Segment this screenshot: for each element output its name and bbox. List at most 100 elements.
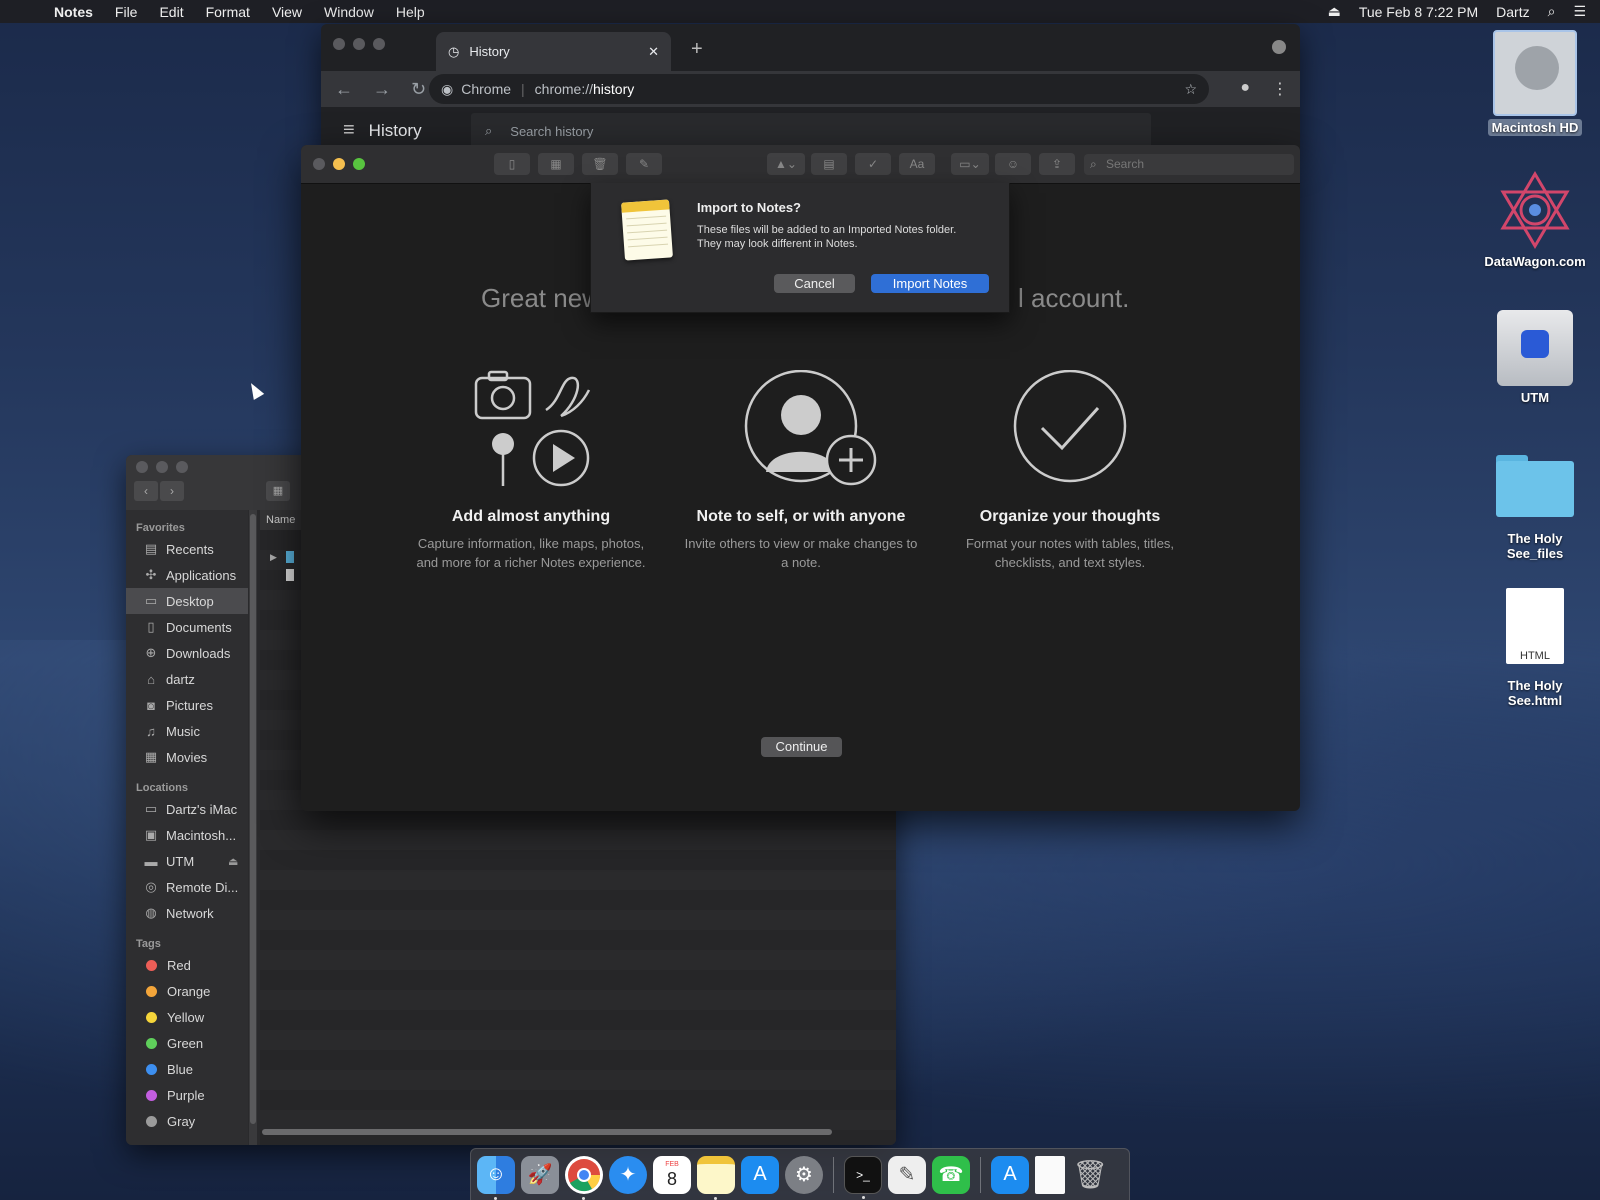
minimize-button[interactable] — [353, 38, 365, 50]
sidebar-item-recents[interactable]: ▤ Recents — [126, 536, 248, 562]
sidebar-tag-yellow[interactable]: Yellow — [126, 1004, 248, 1030]
history-search-input[interactable]: ⌕ Search history — [471, 113, 1151, 149]
attachment-icon[interactable]: ▭⌄ — [951, 153, 989, 175]
lock-icon[interactable]: ▲⌄ — [767, 153, 805, 175]
notification-center-icon[interactable]: ☰ — [1573, 3, 1586, 20]
sidebar-item-home[interactable]: ⌂ dartz — [126, 666, 248, 692]
menu-window[interactable]: Window — [324, 4, 374, 20]
bookmark-star-icon[interactable]: ☆ — [1184, 81, 1197, 98]
horizontal-scrollbar[interactable] — [260, 1129, 896, 1137]
trash-icon[interactable]: 🗑 — [1071, 1156, 1109, 1194]
menu-app-name[interactable]: Notes — [54, 4, 93, 20]
sidebar-tag-blue[interactable]: Blue — [126, 1056, 248, 1082]
disclosure-triangle-icon[interactable]: ▶ — [270, 552, 277, 563]
table-icon[interactable]: ▤ — [811, 153, 847, 175]
desktop-icon-utm[interactable]: UTM — [1475, 310, 1595, 405]
chrome-icon[interactable] — [565, 1155, 603, 1200]
menu-help[interactable]: Help — [396, 4, 425, 20]
zoom-button[interactable] — [176, 461, 188, 473]
sidebar-item-network[interactable]: ◍ Network — [126, 900, 248, 926]
notes-search-input[interactable]: Search — [1084, 154, 1294, 175]
icon-view-button[interactable]: ▦ — [266, 481, 290, 501]
compose-icon[interactable]: ✎ — [626, 153, 662, 175]
desktop-icon-macintosh-hd[interactable]: Macintosh HD — [1475, 30, 1595, 136]
close-button[interactable] — [136, 461, 148, 473]
sidebar-item-documents[interactable]: ▯ Documents — [126, 614, 248, 640]
sidebar-item-applications[interactable]: ✣ Applications — [126, 562, 248, 588]
back-arrow-icon[interactable]: ← — [335, 79, 353, 100]
app-store-icon[interactable]: A — [741, 1155, 779, 1194]
calendar-icon[interactable]: FEB 8 — [653, 1155, 691, 1194]
sidebar-scrollbar[interactable] — [249, 510, 257, 1145]
omnibox[interactable]: ◉ Chrome | chrome://history ☆ — [429, 74, 1209, 104]
facetime-icon[interactable]: ☎ — [932, 1155, 970, 1194]
trash-icon[interactable]: 🗑 — [582, 153, 618, 175]
file-icon[interactable] — [286, 569, 294, 581]
close-button[interactable] — [313, 158, 325, 170]
format-icon[interactable]: Aa — [899, 153, 935, 175]
textedit-icon[interactable]: ✎ — [888, 1155, 926, 1194]
document-icon[interactable] — [1035, 1155, 1065, 1194]
sidebar-tag-green[interactable]: Green — [126, 1030, 248, 1056]
terminal-icon[interactable]: >_ — [844, 1155, 882, 1199]
sidebar-item-music[interactable]: ♫ Music — [126, 718, 248, 744]
zoom-button[interactable] — [373, 38, 385, 50]
back-button[interactable]: ‹ — [134, 481, 158, 501]
desktop-icon-datawagon[interactable]: DataWagon.com — [1475, 170, 1595, 269]
launchpad-icon[interactable]: 🚀 — [521, 1155, 559, 1194]
cancel-button[interactable]: Cancel — [774, 274, 855, 293]
safari-icon[interactable]: ✦ — [609, 1155, 647, 1194]
folder-icon[interactable] — [286, 551, 294, 563]
sidebar-tag-red[interactable]: Red — [126, 952, 248, 978]
add-people-icon[interactable]: ☺ — [995, 153, 1031, 175]
menu-view[interactable]: View — [272, 4, 302, 20]
menu-edit[interactable]: Edit — [159, 4, 183, 20]
eject-icon[interactable]: ⏏ — [1328, 3, 1341, 20]
sidebar-tag-gray[interactable]: Gray — [126, 1108, 248, 1134]
desktop-icon-holy-see-files[interactable]: The Holy See_files — [1475, 455, 1595, 561]
desktop-icon-holy-see-html[interactable]: HTML The Holy See.html — [1475, 588, 1595, 708]
sidebar-item-macintosh-hd[interactable]: ▣ Macintosh... — [126, 822, 248, 848]
sidebar-tag-purple[interactable]: Purple — [126, 1082, 248, 1108]
menu-clock[interactable]: Tue Feb 8 7:22 PM — [1359, 4, 1478, 20]
sidebar-item-movies[interactable]: ▦ Movies — [126, 744, 248, 770]
continue-button[interactable]: Continue — [761, 737, 842, 757]
menu-format[interactable]: Format — [206, 4, 250, 20]
sidebar-item-utm[interactable]: ▬ UTM ⏏ — [126, 848, 248, 874]
sidebar-toggle-icon[interactable]: ▯ — [494, 153, 530, 175]
sidebar-item-remote-disc[interactable]: ◎ Remote Di... — [126, 874, 248, 900]
minimize-button[interactable] — [333, 158, 345, 170]
forward-button[interactable]: › — [160, 481, 184, 501]
zoom-button[interactable] — [353, 158, 365, 170]
profile-icon[interactable]: ● — [1240, 79, 1250, 99]
tab-search-icon[interactable] — [1272, 40, 1286, 54]
sidebar-item-downloads[interactable]: ⊕ Downloads — [126, 640, 248, 666]
notes-icon[interactable] — [697, 1155, 735, 1200]
more-menu-icon[interactable]: ⋮ — [1272, 79, 1288, 99]
app-store-icon[interactable]: A — [991, 1155, 1029, 1194]
sidebar-item-desktop[interactable]: ▭ Desktop — [126, 588, 248, 614]
import-notes-button[interactable]: Import Notes — [871, 274, 989, 293]
finder-icon[interactable]: ☺ — [477, 1155, 515, 1200]
checklist-icon[interactable]: ✓ — [855, 153, 891, 175]
spotlight-search-icon[interactable]: ⌕ — [1548, 3, 1556, 20]
sidebar-item-pictures[interactable]: ◙ Pictures — [126, 692, 248, 718]
sidebar-tag-orange[interactable]: Orange — [126, 978, 248, 1004]
menu-user[interactable]: Dartz — [1496, 4, 1529, 20]
share-icon[interactable]: ⇪ — [1039, 153, 1075, 175]
new-tab-icon[interactable]: + — [691, 38, 703, 61]
eject-icon[interactable]: ⏏ — [228, 855, 238, 868]
close-tab-icon[interactable]: ✕ — [648, 44, 659, 60]
close-button[interactable] — [333, 38, 345, 50]
forward-arrow-icon[interactable]: → — [373, 79, 391, 100]
reload-icon[interactable]: ↻ — [411, 79, 426, 100]
system-preferences-icon[interactable]: ⚙ — [785, 1155, 823, 1194]
desktop-icon-label: UTM — [1520, 390, 1550, 405]
menu-file[interactable]: File — [115, 4, 138, 20]
sidebar-item-imac[interactable]: ▭ Dartz's iMac — [126, 796, 248, 822]
tab-history[interactable]: ◷ History ✕ — [436, 32, 671, 71]
gallery-view-icon[interactable]: ▦ — [538, 153, 574, 175]
hamburger-menu-icon[interactable]: ≡ — [343, 119, 355, 142]
minimize-button[interactable] — [156, 461, 168, 473]
window-controls — [313, 158, 365, 170]
